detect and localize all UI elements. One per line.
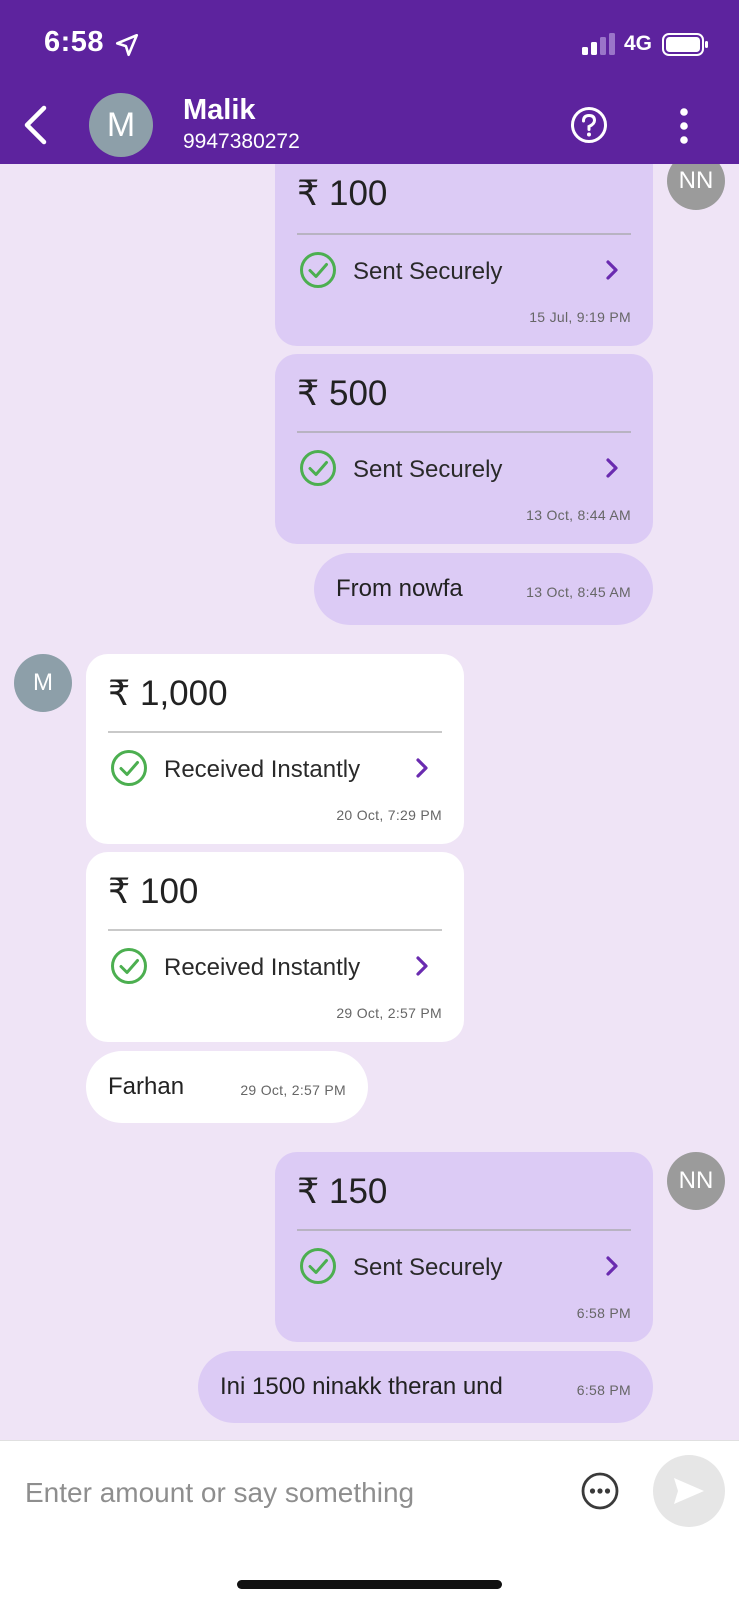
help-icon[interactable]: [570, 106, 608, 144]
payment-amount: ₹ 100: [297, 174, 388, 213]
message-timestamp: 15 Jul, 9:19 PM: [529, 309, 631, 325]
sender-avatar: NN: [667, 164, 725, 210]
payment-bubble-received[interactable]: ₹ 1,000 Received Instantly 20 Oct, 7:29 …: [86, 654, 464, 844]
network-type: 4G: [624, 32, 653, 55]
text-bubble-sent[interactable]: From nowfa 13 Oct, 8:45 AM: [314, 553, 653, 625]
contact-phone: 9947380272: [183, 130, 300, 153]
contact-avatar-small: M: [14, 654, 72, 712]
text-bubble-sent[interactable]: Ini 1500 ninakk theran und 6:58 PM: [198, 1351, 653, 1423]
bubble-divider: [297, 233, 631, 235]
payment-status: Sent Securely: [353, 258, 503, 285]
message-timestamp: 29 Oct, 2:57 PM: [240, 1082, 346, 1098]
more-options-icon[interactable]: [672, 106, 696, 146]
message-timestamp: 13 Oct, 8:45 AM: [526, 584, 631, 600]
check-circle-icon: [300, 450, 336, 486]
check-circle-icon: [111, 750, 147, 786]
battery-icon: [662, 33, 708, 56]
payment-status: Received Instantly: [164, 756, 361, 783]
message-timestamp: 20 Oct, 7:29 PM: [336, 807, 442, 823]
check-circle-icon: [300, 1248, 336, 1284]
payment-bubble-sent[interactable]: ₹ 100 Sent Securely 15 Jul, 9:19 PM: [275, 164, 653, 346]
payment-status: Sent Securely: [353, 1254, 503, 1281]
more-chat-options-icon[interactable]: [580, 1471, 620, 1511]
chevron-right-icon[interactable]: [413, 756, 431, 780]
payment-amount: ₹ 1,000: [108, 674, 228, 713]
check-circle-icon: [300, 252, 336, 288]
payment-status: Sent Securely: [353, 456, 503, 483]
status-time: 6:58: [44, 26, 105, 58]
payment-amount: ₹ 500: [297, 374, 388, 413]
message-input[interactable]: Enter amount or say something: [25, 1477, 414, 1509]
bubble-divider: [108, 929, 442, 931]
message-text: Farhan: [108, 1073, 185, 1100]
message-text: From nowfa: [336, 575, 463, 602]
send-button[interactable]: [653, 1455, 725, 1527]
payment-bubble-sent[interactable]: ₹ 500 Sent Securely 13 Oct, 8:44 AM: [275, 354, 653, 544]
back-arrow-icon[interactable]: [20, 104, 50, 146]
bubble-divider: [108, 731, 442, 733]
send-icon: [674, 1478, 704, 1504]
payment-bubble-sent[interactable]: ₹ 150 Sent Securely 6:58 PM: [275, 1152, 653, 1342]
contact-avatar[interactable]: M: [89, 93, 153, 157]
payment-amount: ₹ 150: [297, 1172, 388, 1211]
message-text: Ini 1500 ninakk theran und: [220, 1373, 503, 1400]
message-timestamp: 29 Oct, 2:57 PM: [336, 1005, 442, 1021]
payment-status: Received Instantly: [164, 954, 361, 981]
chat-thread[interactable]: ₹ 100 Sent Securely 15 Jul, 9:19 PM NN ₹…: [0, 164, 739, 1440]
location-arrow-icon: [115, 33, 139, 57]
text-bubble-received[interactable]: Farhan 29 Oct, 2:57 PM: [86, 1051, 368, 1123]
home-indicator: [237, 1580, 502, 1589]
check-circle-icon: [111, 948, 147, 984]
message-timestamp: 13 Oct, 8:44 AM: [526, 507, 631, 523]
signal-icon: [582, 33, 615, 55]
contact-name[interactable]: Malik: [183, 94, 256, 127]
payment-amount: ₹ 100: [108, 872, 199, 911]
message-composer: Enter amount or say something: [0, 1440, 739, 1600]
chevron-right-icon[interactable]: [603, 1254, 621, 1278]
message-timestamp: 6:58 PM: [576, 1305, 631, 1321]
chevron-right-icon[interactable]: [603, 258, 621, 282]
chevron-right-icon[interactable]: [603, 456, 621, 480]
sender-avatar: NN: [667, 1152, 725, 1210]
bubble-divider: [297, 1229, 631, 1231]
bubble-divider: [297, 431, 631, 433]
message-timestamp: 6:58 PM: [576, 1382, 631, 1398]
chevron-right-icon[interactable]: [413, 954, 431, 978]
payment-bubble-received[interactable]: ₹ 100 Received Instantly 29 Oct, 2:57 PM: [86, 852, 464, 1042]
app-header: 6:58 4G M Malik 9947380272: [0, 0, 739, 164]
